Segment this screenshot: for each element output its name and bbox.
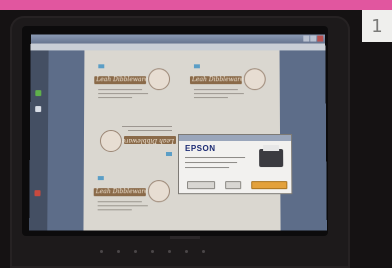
card-text-line [128,130,172,131]
dialog-primary-button[interactable] [251,181,287,189]
card-tag [98,64,104,68]
status-light [134,250,137,253]
card-text-line [98,201,142,202]
card-text-line [194,97,228,98]
dialog-button[interactable] [225,181,241,189]
card-tag [166,152,172,156]
card-text-line [98,205,148,206]
card-text-line [194,93,244,94]
app-icon [35,106,41,112]
close-icon [317,36,323,42]
card-banner: Leah Dibbleware [124,136,176,144]
status-light [168,250,171,253]
dialog-text-line [185,162,237,163]
status-light [202,250,205,253]
viewer-toolbar [31,44,326,51]
window-titlebar [31,35,325,44]
business-card-upside-down: Leah Dibbleware [92,114,182,156]
minimize-icon [303,36,309,42]
window-controls [303,36,323,42]
business-card: Leah Dibbleware [184,64,274,106]
printer-dialog: EPSON [178,134,292,194]
character-illustration [148,180,170,202]
dialog-brand: EPSON [185,144,216,153]
printer-icon [259,149,283,167]
laptop-status-lights [100,250,205,253]
green-app-icon [35,90,41,96]
card-text-line [194,89,238,90]
card-tag [194,64,200,68]
card-text: Leah Dibbleware [192,76,244,84]
card-text: Leah Dibbleware [96,76,148,84]
card-text-line [122,126,172,127]
character-illustration [148,68,170,90]
status-light [117,250,120,253]
pink-top-band [0,0,392,10]
laptop-logo-strip [170,236,200,239]
card-tag [98,176,104,180]
card-text-line [98,93,148,94]
business-card: Leah Dibbleware [88,64,178,106]
status-light [185,250,188,253]
card-text-line [98,97,132,98]
card-banner: Leah Dibbleware [94,188,146,196]
business-card: Leah Dibbleware [88,176,178,218]
card-text-line [98,209,132,210]
dialog-text-line [185,157,245,158]
character-illustration [244,68,266,90]
card-text-line [98,89,142,90]
dialog-titlebar [179,135,291,141]
card-banner: Leah Dibbleware [190,76,242,84]
maximize-icon [310,36,316,42]
corner-number-badge: 1 [362,10,392,42]
card-banner: Leah Dibbleware [94,76,146,84]
character-illustration [100,130,122,152]
card-text: Leah Dibbleware [122,136,174,144]
status-light [151,250,154,253]
red-app-icon [34,190,40,196]
laptop-screen: Leah Dibbleware Leah Dibbleware Leah Dib… [29,35,327,231]
dialog-text-line [185,167,229,168]
card-text: Leah Dibbleware [96,188,148,196]
dialog-button[interactable] [187,181,215,189]
status-light [100,250,103,253]
desktop-sidebar [29,50,48,230]
